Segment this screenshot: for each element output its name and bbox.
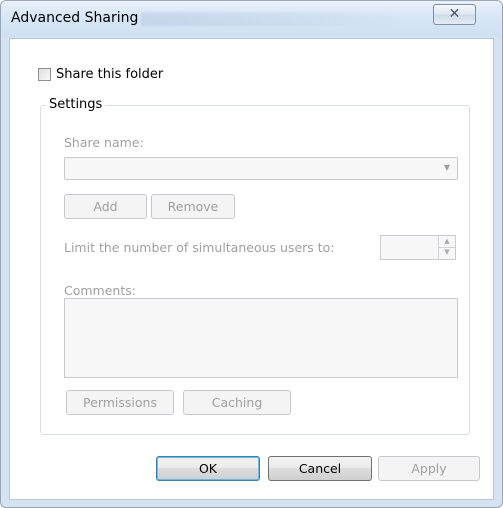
spin-down-icon[interactable]: ▼ — [439, 247, 455, 258]
dialog-body: Share this folder Settings Share name: ▼… — [9, 38, 494, 500]
chevron-down-icon[interactable]: ▼ — [441, 162, 453, 174]
close-icon: ✕ — [448, 6, 461, 22]
share-name-label: Share name: — [64, 135, 144, 150]
ok-button[interactable]: OK — [156, 456, 260, 481]
close-button[interactable]: ✕ — [433, 4, 476, 25]
share-folder-label[interactable]: Share this folder — [56, 67, 163, 82]
share-folder-checkbox[interactable] — [38, 68, 51, 81]
background-blur — [141, 12, 401, 26]
limit-users-spinner[interactable]: ▲ ▼ — [380, 235, 456, 260]
settings-group-label: Settings — [46, 97, 106, 112]
apply-button[interactable]: Apply — [378, 456, 480, 481]
add-button[interactable]: Add — [64, 194, 147, 219]
title-bar[interactable]: Advanced Sharing ✕ — [1, 1, 502, 37]
caching-button[interactable]: Caching — [183, 390, 291, 415]
comments-label: Comments: — [64, 283, 136, 298]
spinner-buttons[interactable]: ▲ ▼ — [438, 236, 455, 259]
comments-field[interactable] — [64, 298, 458, 378]
permissions-button[interactable]: Permissions — [66, 390, 174, 415]
share-name-combobox[interactable]: ▼ — [64, 157, 458, 180]
remove-button[interactable]: Remove — [151, 194, 235, 219]
advanced-sharing-dialog: Advanced Sharing ✕ Share this folder Set… — [0, 0, 503, 508]
cancel-button[interactable]: Cancel — [268, 456, 372, 481]
settings-group — [40, 105, 470, 435]
limit-users-label: Limit the number of simultaneous users t… — [64, 240, 335, 255]
dialog-title: Advanced Sharing — [11, 10, 139, 26]
